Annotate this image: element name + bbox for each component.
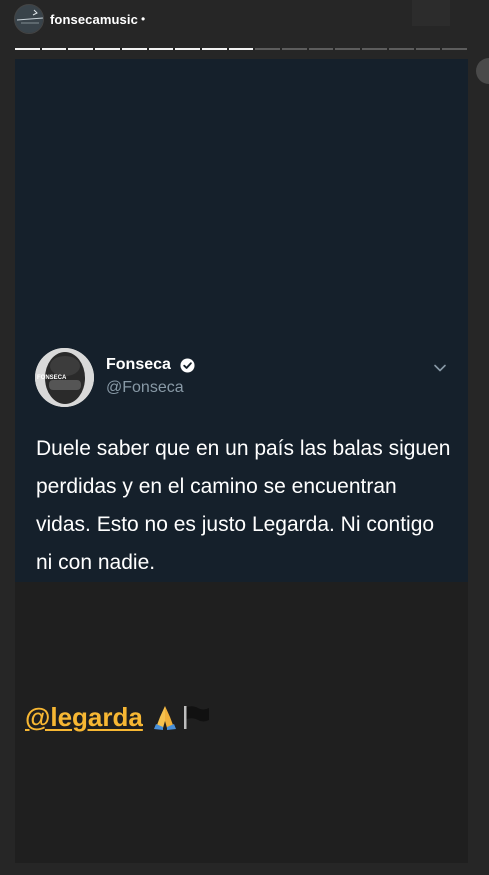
progress-segment	[228, 48, 254, 50]
next-story-handle[interactable]	[476, 58, 489, 84]
progress-segment	[362, 48, 387, 50]
progress-segment	[201, 48, 227, 50]
header-overlay	[412, 0, 450, 26]
story-username[interactable]: fonsecamusic	[50, 12, 138, 27]
progress-segment	[148, 48, 174, 50]
tweet-text: Duele saber que en un país las balas sig…	[36, 437, 451, 574]
tweet-avatar: FONSECA	[35, 348, 94, 407]
separator-dot: •	[141, 12, 146, 26]
mention-label[interactable]: @legarda	[25, 702, 143, 733]
tweet-author-name: Fonseca	[106, 356, 171, 373]
progress-segment	[308, 48, 334, 50]
chevron-down-icon[interactable]	[433, 361, 447, 375]
story-header: fonsecamusic •	[0, 0, 489, 50]
progress-segment	[175, 48, 200, 50]
tweet-card: FONSECA Fonseca @Fonseca Duele saber que…	[15, 59, 468, 582]
profile-avatar[interactable]	[14, 4, 44, 34]
progress-segment	[415, 48, 441, 50]
tweet-avatar-caption: FONSECA	[37, 375, 67, 381]
progress-segment	[95, 48, 120, 50]
story-progress-bar	[15, 48, 467, 51]
progress-segment	[68, 48, 94, 50]
progress-segment	[282, 48, 307, 50]
mention-sticker[interactable]: @legarda	[25, 697, 211, 737]
black-flag-icon	[183, 706, 209, 729]
progress-segment	[41, 48, 67, 50]
progress-segment	[121, 48, 147, 50]
progress-segment	[335, 48, 361, 50]
progress-segment	[15, 48, 40, 50]
progress-segment	[255, 48, 281, 50]
tweet-author-handle: @Fonseca	[106, 379, 184, 396]
verified-badge-icon	[180, 358, 195, 373]
progress-segment	[388, 48, 414, 50]
folded-hands-icon	[153, 706, 176, 730]
progress-segment	[442, 48, 467, 50]
story-content[interactable]: FONSECA Fonseca @Fonseca Duele saber que…	[15, 59, 468, 863]
